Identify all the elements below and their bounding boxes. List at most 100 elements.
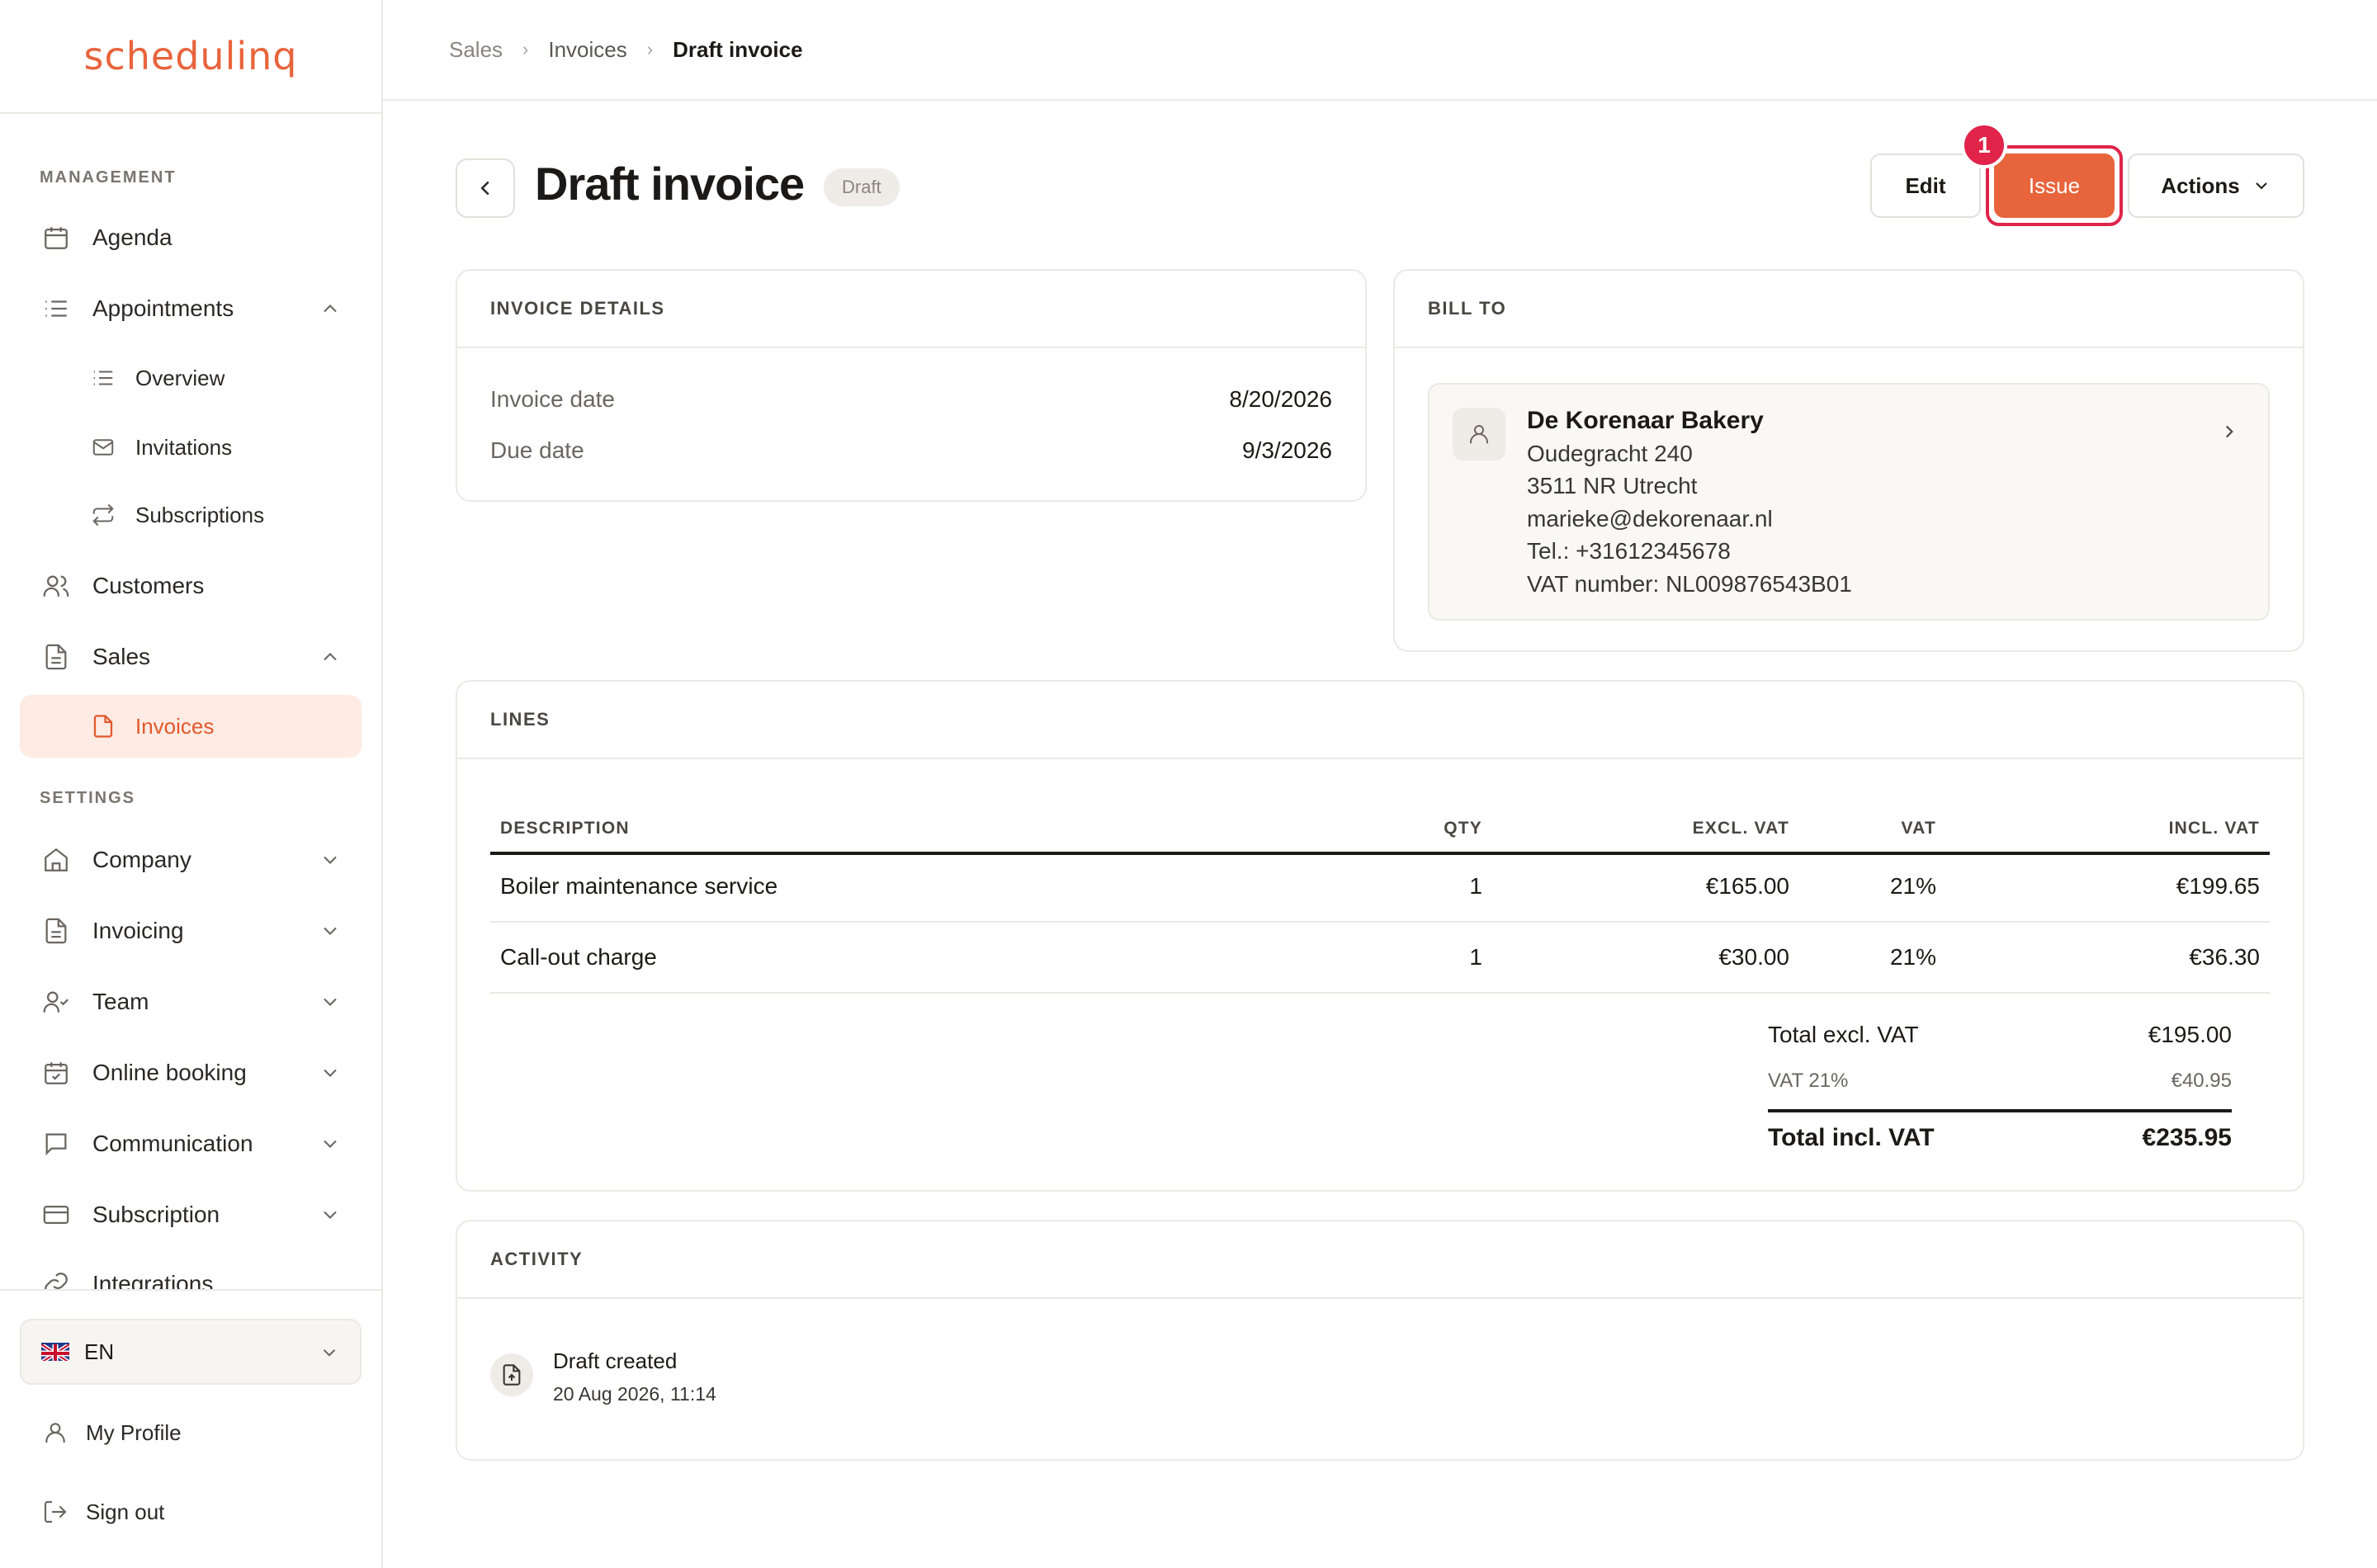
- edit-button[interactable]: Edit: [1870, 153, 1981, 218]
- users-icon: [40, 569, 73, 602]
- language-select[interactable]: EN: [20, 1319, 362, 1385]
- totals-divider: [1768, 1109, 2232, 1112]
- total-excl-vat-value: €195.00: [2148, 1022, 2232, 1047]
- sidebar-item-label: Overview: [135, 365, 225, 390]
- sidebar-item-label: Company: [92, 847, 191, 872]
- chevron-down-icon: [324, 998, 337, 1006]
- calendar-check-icon: [40, 1056, 73, 1089]
- vat-total-row: VAT 21% €40.95: [1768, 1070, 2232, 1093]
- sidebar-item-label: Appointments: [92, 295, 234, 321]
- line-vat: 21%: [1889, 944, 1936, 970]
- sidebar-item-label: Online booking: [92, 1060, 247, 1085]
- activity-entry-title: Draft created: [553, 1348, 678, 1373]
- chevron-down-icon: [324, 927, 337, 935]
- sidebar-item-label: Communication: [92, 1131, 253, 1156]
- chevron-right-icon: ›: [522, 39, 529, 59]
- sidebar-item-invitations[interactable]: Invitations: [20, 416, 362, 479]
- chevron-left-icon: [480, 181, 489, 196]
- list-icon: [40, 292, 73, 325]
- line-excl-vat: €165.00: [1705, 873, 1789, 899]
- bill-to-heading: BILL TO: [1395, 271, 2303, 348]
- nav-section-management: MANAGEMENT: [40, 168, 177, 187]
- sidebar-item-overview[interactable]: Overview: [20, 347, 362, 409]
- chat-icon: [40, 1127, 73, 1160]
- sidebar-item-invoices[interactable]: Invoices: [20, 695, 362, 758]
- total-incl-vat-value: €235.95: [2142, 1124, 2232, 1151]
- file-icon: [89, 712, 117, 740]
- due-date-value: 9/3/2026: [1242, 437, 1332, 463]
- uk-flag-icon: [41, 1343, 69, 1361]
- sign-out-link[interactable]: Sign out: [20, 1487, 362, 1537]
- lines-card: LINES DESCRIPTION QTY EXCL. VAT VAT INCL…: [456, 680, 2304, 1192]
- sidebar-item-company[interactable]: Company: [20, 829, 362, 891]
- breadcrumb-current: Draft invoice: [673, 36, 803, 62]
- sidebar-item-communication[interactable]: Communication: [20, 1112, 362, 1175]
- total-excl-vat-label: Total excl. VAT: [1768, 1022, 1919, 1047]
- breadcrumb: Sales › Invoices › Draft invoice: [383, 0, 2377, 101]
- vat-total-label: VAT 21%: [1768, 1070, 1849, 1092]
- table-row: Call-out charge 1 €30.00 21% €36.30: [490, 923, 2270, 994]
- customer-vat-number: VAT number: NL009876543B01: [1527, 570, 1852, 597]
- invoice-date-label: Invoice date: [490, 386, 615, 412]
- invoice-date-value: 8/20/2026: [1229, 386, 1332, 412]
- customer-phone: Tel.: +31612345678: [1527, 538, 1731, 564]
- sidebar-item-sales[interactable]: Sales: [20, 626, 362, 688]
- repeat-icon: [89, 501, 117, 529]
- chevron-down-icon: [2255, 182, 2267, 190]
- mail-icon: [89, 433, 117, 461]
- sidebar-item-appointments[interactable]: Appointments: [20, 277, 362, 340]
- due-date-row: Due date 9/3/2026: [490, 437, 1332, 464]
- sidebar-item-label: Team: [92, 989, 149, 1014]
- breadcrumb-sales[interactable]: Sales: [449, 37, 503, 63]
- customer-address: De Korenaar Bakery Oudegracht 240 3511 N…: [1527, 404, 1852, 600]
- sidebar-item-subscription[interactable]: Subscription: [20, 1183, 362, 1246]
- chevron-up-icon: [324, 305, 337, 313]
- activity-card: ACTIVITY Draft created 20 Aug 2026, 11:1…: [456, 1220, 2304, 1461]
- sidebar-item-invoicing[interactable]: Invoicing: [20, 900, 362, 962]
- sidebar-item-label: Invitations: [135, 434, 233, 460]
- vat-total-value: €40.95: [2171, 1070, 2232, 1092]
- line-qty: 1: [1469, 944, 1482, 970]
- home-icon: [40, 843, 73, 876]
- sidebar-item-label: Agenda: [92, 224, 172, 250]
- table-row: Boiler maintenance service 1 €165.00 21%…: [490, 852, 2270, 923]
- invoice-date-row: Invoice date 8/20/2026: [490, 386, 1332, 413]
- sidebar: schedulinq MANAGEMENT Agenda Appointment…: [0, 0, 383, 1568]
- column-description: DESCRIPTION: [500, 819, 630, 838]
- credit-card-icon: [40, 1198, 73, 1231]
- breadcrumb-invoices[interactable]: Invoices: [548, 37, 626, 63]
- sign-out-icon: [40, 1496, 71, 1528]
- document-icon: [40, 640, 73, 673]
- lines-table-header: DESCRIPTION QTY EXCL. VAT VAT INCL. VAT: [490, 805, 2270, 855]
- column-excl-vat: EXCL. VAT: [1692, 819, 1789, 838]
- sidebar-item-customers[interactable]: Customers: [20, 555, 362, 617]
- page-title: Draft invoice: [535, 158, 805, 210]
- customer-card[interactable]: De Korenaar Bakery Oudegracht 240 3511 N…: [1428, 383, 2270, 621]
- sidebar-item-agenda[interactable]: Agenda: [20, 206, 362, 269]
- sidebar-item-subscriptions[interactable]: Subscriptions: [20, 484, 362, 546]
- nav-section-settings: SETTINGS: [40, 789, 136, 807]
- my-profile-label: My Profile: [86, 1419, 182, 1445]
- user-icon: [1453, 408, 1505, 460]
- my-profile-link[interactable]: My Profile: [20, 1408, 362, 1457]
- issue-button[interactable]: Issue: [1994, 153, 2115, 218]
- actions-button[interactable]: Actions: [2128, 153, 2304, 218]
- user-check-icon: [40, 985, 73, 1018]
- language-value: EN: [84, 1339, 115, 1364]
- chevron-down-icon: [324, 1140, 337, 1148]
- calendar-icon: [40, 221, 73, 254]
- line-vat: 21%: [1889, 873, 1936, 899]
- sidebar-item-online-booking[interactable]: Online booking: [20, 1041, 362, 1104]
- line-description: Call-out charge: [500, 944, 657, 970]
- column-qty: QTY: [1444, 819, 1482, 838]
- sidebar-item-team[interactable]: Team: [20, 971, 362, 1033]
- bill-to-card: BILL TO De Korenaar Bakery Oudegracht 24…: [1393, 269, 2304, 652]
- line-qty: 1: [1469, 873, 1482, 899]
- app-logo[interactable]: schedulinq: [84, 34, 298, 78]
- activity-heading: ACTIVITY: [457, 1221, 2303, 1299]
- sign-out-label: Sign out: [86, 1499, 165, 1524]
- sidebar-footer: EN My Profile Sign out: [0, 1289, 381, 1568]
- back-button[interactable]: [456, 158, 515, 218]
- invoice-details-card: INVOICE DETAILS Invoice date 8/20/2026 D…: [456, 269, 1367, 502]
- document-icon: [40, 914, 73, 947]
